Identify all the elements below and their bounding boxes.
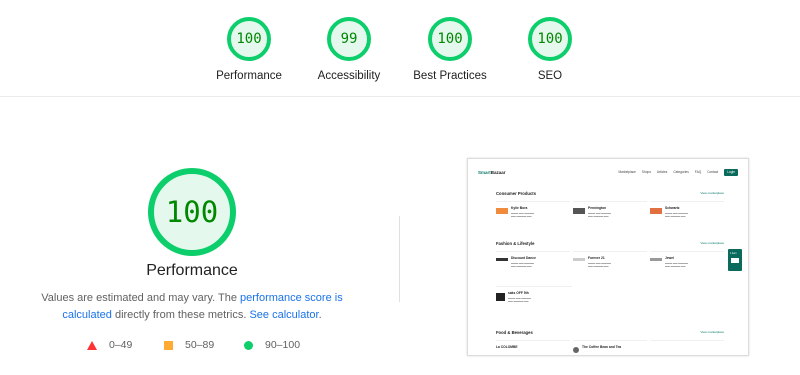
thumb-section: Fashion & Lifestyle View marketplace Disc… [496, 241, 724, 316]
thumb-login-button: Login [724, 168, 738, 176]
score-ring: 99 [327, 17, 371, 61]
thumb-nav-link: Contact [707, 170, 719, 174]
thumb-logo: SmartBazaar [478, 169, 506, 175]
thumb-section-title: Fashion & Lifestyle [496, 241, 535, 246]
see-calculator-link[interactable]: See calculator [249, 309, 318, 321]
thumb-card: Forever 21 ▬▬▬ ▬▬ ▬▬▬▬ ▬▬ ▬▬▬▬ ▬▬ [573, 251, 647, 281]
performance-title: Performance [146, 262, 238, 279]
thumb-card: Schwartz ▬▬▬ ▬▬ ▬▬▬▬ ▬▬ ▬▬▬▬ ▬▬ [650, 201, 724, 231]
thumb-navbar: SmartBazaar Marketplace Shops Articles C… [478, 167, 738, 177]
score-ring: 100 [528, 17, 572, 61]
thumb-card: La COLOMBE [496, 340, 570, 355]
category-gauges: 100 Performance 99 Accessibility 100 Bes… [0, 0, 800, 97]
thumb-nav-link: Articles [656, 170, 668, 174]
thumb-nav-link: Categories [673, 170, 689, 174]
desc-text: Values are estimated and may vary. The [41, 292, 240, 304]
thumb-view-more: View marketplace [700, 330, 724, 334]
fail-triangle-icon [87, 340, 97, 350]
performance-description: Values are estimated and may vary. The p… [20, 290, 364, 324]
average-square-icon [164, 340, 173, 350]
legend-average: 50–89 [164, 339, 214, 351]
performance-score-gauge: 100 [148, 168, 236, 256]
thumb-card: saks OFF 5th ▬▬▬ ▬▬ ▬▬▬▬ ▬▬ ▬▬▬▬ ▬▬ [496, 286, 572, 316]
thumb-section-title: Food & Beverages [496, 330, 533, 335]
gauge-seo[interactable]: 100 SEO [490, 17, 610, 82]
thumb-section-title: Consumer Products [496, 191, 537, 196]
thumb-card: Discount Dance ▬▬▬ ▬▬ ▬▬▬▬ ▬▬ ▬▬▬▬ ▬▬ [496, 251, 570, 281]
thumb-view-more: View marketplace [700, 241, 724, 245]
thumb-section: Consumer Products View marketplace Kylie … [496, 191, 724, 231]
gauge-label: SEO [537, 70, 563, 82]
pass-circle-icon [244, 340, 253, 350]
thumb-nav-link: FAQ [694, 170, 702, 174]
score-ring: 100 [428, 17, 472, 61]
vertical-divider [399, 216, 400, 302]
thumb-nav-link: Marketplace [618, 170, 636, 174]
thumb-card: Pennington ▬▬▬ ▬▬ ▬▬▬▬ ▬▬ ▬▬▬▬ ▬▬ [573, 201, 647, 231]
thumb-card: Kylie Bora ▬▬▬ ▬▬ ▬▬▬▬ ▬▬ ▬▬▬▬ ▬▬ [496, 201, 570, 231]
legend-range: 50–89 [185, 339, 215, 351]
score-ring: 100 [227, 17, 271, 61]
score-value: 100 [437, 31, 463, 47]
legend-range: 90–100 [265, 339, 301, 351]
legend-range: 0–49 [109, 339, 133, 351]
final-screenshot-thumbnail[interactable]: SmartBazaar Marketplace Shops Articles C… [467, 158, 749, 356]
score-value: 100 [537, 31, 563, 47]
thumb-view-more: View marketplace [700, 191, 724, 195]
score-value: 100 [236, 31, 262, 47]
thumb-section: Food & Beverages View marketplace La COLO… [496, 330, 724, 355]
thumb-nav-link: Shops [641, 170, 651, 174]
thumb-card [650, 340, 724, 355]
legend-pass: 90–100 [244, 339, 300, 351]
legend-fail: 0–49 [87, 339, 132, 351]
thumb-card: Jewel ▬▬▬ ▬▬ ▬▬▬▬ ▬▬ ▬▬▬▬ ▬▬ [650, 251, 724, 281]
desc-text: . [318, 309, 322, 321]
desc-text: directly from these metrics. [111, 309, 250, 321]
thumb-cart-widget: 1 Item [728, 249, 742, 271]
score-value: 99 [340, 31, 358, 47]
performance-score-value: 100 [165, 195, 219, 229]
thumb-nav-links: Marketplace Shops Articles Categories FA… [618, 168, 738, 176]
thumb-card: The Coffee Bean and Tea [573, 340, 647, 355]
